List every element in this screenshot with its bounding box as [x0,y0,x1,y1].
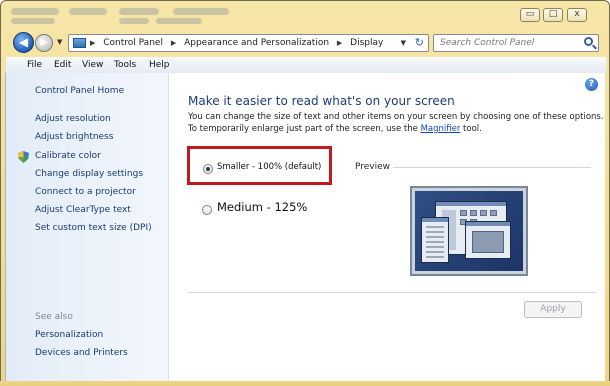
blurred-title-text [156,18,202,24]
breadcrumb-separator-icon[interactable]: ▶ [90,39,95,47]
preview-window-left [421,217,449,263]
help-icon[interactable]: ? [585,78,598,91]
description-line-2: To temporarily enlarge just part of the … [188,123,608,135]
main-content: ? Make it easier to read what's on your … [169,73,606,381]
sidebar: Control Panel Home Adjust resolution Adj… [6,73,169,381]
page-title: Make it easier to read what's on your sc… [188,94,455,108]
menu-help[interactable]: Help [149,60,170,70]
page-description: You can change the size of text and othe… [188,111,608,135]
address-bar[interactable]: ▶ Control Panel ▶ Appearance and Persona… [68,34,429,52]
address-dropdown-icon[interactable]: ▼ [401,39,406,47]
blurred-title-text [11,8,59,15]
refresh-icon[interactable]: ↻ [415,36,424,49]
client-area: Control Panel Home Adjust resolution Adj… [5,73,605,381]
sidebar-personalization[interactable]: Personalization [35,330,103,340]
sidebar-change-display-settings[interactable]: Change display settings [35,169,143,179]
menu-edit[interactable]: Edit [54,60,71,70]
search-box[interactable]: Search Control Panel [433,34,599,52]
minimize-button[interactable]: ▭ [520,8,540,22]
blurred-title-text [119,8,159,15]
control-panel-icon [73,38,86,48]
description-line-1: You can change the size of text and othe… [188,112,604,122]
recent-pages-dropdown-icon[interactable]: ▼ [57,38,62,46]
sidebar-devices-printers[interactable]: Devices and Printers [35,348,128,358]
apply-button[interactable]: Apply [524,301,582,318]
description-line-2-prefix: To temporarily enlarge just part of the … [188,124,421,134]
option-medium-label[interactable]: Medium - 125% [217,200,307,214]
blurred-title-text [173,8,229,15]
search-input[interactable]: Search Control Panel [440,38,534,48]
back-arrow-icon[interactable]: ◀ [13,32,34,53]
blurred-title-text [69,8,107,15]
bottom-divider [187,292,597,293]
preview-divider [393,167,591,168]
sidebar-adjust-brightness[interactable]: Adjust brightness [35,132,113,142]
magnifier-link[interactable]: Magnifier [421,124,461,134]
sidebar-adjust-resolution[interactable]: Adjust resolution [35,114,111,124]
preview-screen [415,191,523,271]
sidebar-adjust-cleartype[interactable]: Adjust ClearType text [35,205,131,215]
option-smaller-label[interactable]: Smaller - 100% (default) [217,162,321,172]
radio-medium[interactable] [202,205,212,215]
close-button[interactable]: x [567,8,587,22]
breadcrumb-separator-icon[interactable]: ▶ [171,39,176,47]
sidebar-custom-text-size[interactable]: Set custom text size (DPI) [35,223,152,233]
sidebar-control-panel-home[interactable]: Control Panel Home [35,86,124,96]
breadcrumb: ▶ Control Panel ▶ Appearance and Persona… [90,38,388,48]
description-line-2-suffix: tool. [460,124,482,134]
breadcrumb-separator-icon[interactable]: ▶ [337,39,342,47]
menu-tools[interactable]: Tools [114,60,136,70]
search-icon[interactable] [584,37,593,46]
blurred-title-text [11,18,55,24]
breadcrumb-appearance[interactable]: Appearance and Personalization [184,38,329,48]
menu-file[interactable]: File [27,60,42,70]
shield-icon [18,151,29,163]
forward-arrow-icon[interactable]: ▶ [35,34,53,52]
breadcrumb-control-panel[interactable]: Control Panel [103,38,163,48]
menu-view[interactable]: View [82,60,103,70]
preview-window-front [465,221,511,259]
preview-label: Preview [355,162,391,172]
breadcrumb-display[interactable]: Display [350,38,383,48]
see-also-heading: See also [35,312,73,322]
sidebar-connect-projector[interactable]: Connect to a projector [35,187,136,197]
menu-bar: File Edit View Tools Help [6,57,606,74]
window-bottom-edge [0,381,610,386]
blurred-title-text [119,18,149,24]
preview-image [410,186,528,276]
maximize-button[interactable]: □ [543,8,563,22]
radio-smaller[interactable] [203,164,213,174]
sidebar-calibrate-color[interactable]: Calibrate color [35,151,101,161]
